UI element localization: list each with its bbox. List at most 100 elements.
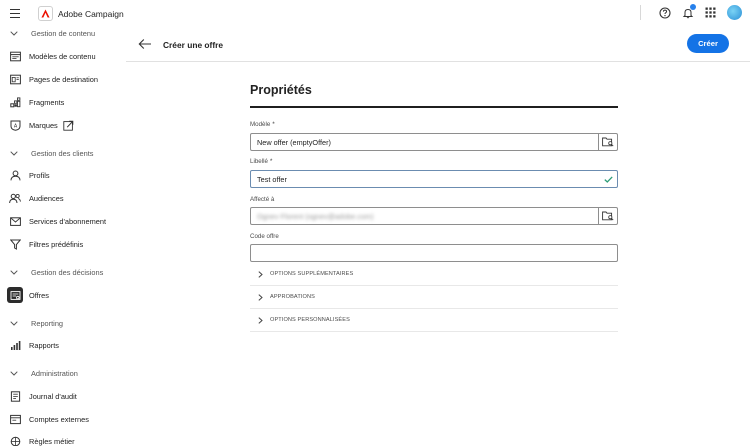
brand-shield-icon: A [7,117,23,133]
assigned-value: Ognev Florent (ognev@adobe.com) [257,211,374,221]
sidebar-item-audit-log[interactable]: Journal d'audit [0,388,123,404]
required-marker: * [269,158,273,165]
sidebar-item-label: Audiences [29,193,64,203]
help-icon[interactable] [657,5,672,20]
sidebar-item-label: Profils [29,170,50,180]
sidebar-item-fragments[interactable]: Fragments [0,94,123,110]
external-link-icon[interactable] [63,120,74,131]
svg-text:A: A [13,123,17,129]
audience-icon [7,190,23,206]
sidebar-section-content[interactable]: Gestion de contenu [0,27,95,40]
sidebar-item-label: Comptes externes [29,414,89,424]
sidebar-item-content-templates[interactable]: Modèles de contenu [0,48,123,64]
required-marker: * [272,121,275,128]
user-icon [7,167,23,183]
subscription-icon [7,213,23,229]
sidebar-item-profiles[interactable]: Profils [0,167,123,183]
offers-icon [7,287,23,303]
model-field[interactable]: New offer (emptyOffer) [250,133,618,151]
sidebar-item-offers[interactable]: Offres [0,287,123,303]
accordion-label: OPTIONS PERSONNALISÉES [270,317,350,323]
landing-page-icon [7,71,23,87]
notification-badge [690,4,696,10]
sidebar-item-business-rules[interactable]: Règles métier [0,433,123,446]
accordion-custom-options[interactable]: OPTIONS PERSONNALISÉES [250,309,618,332]
accordion-label: OPTIONS SUPPLÉMENTAIRES [270,271,354,277]
sidebar-item-label: Rapports [29,340,59,350]
sidebar-item-label: Marques [29,120,58,130]
sidebar-item-label: Règles métier [29,436,75,446]
folder-picker-icon[interactable] [598,134,617,150]
sidebar-item-reports[interactable]: Rapports [0,337,123,353]
code-input[interactable] [250,244,618,262]
sidebar-item-label: Services d'abonnement [29,216,107,226]
sidebar-item-predefined-filters[interactable]: Filtres prédéfinis [0,236,123,252]
sidebar-section-label: Gestion des clients [31,148,94,158]
adobe-logo-icon [38,6,53,21]
chevron-down-icon [5,320,23,326]
bar-chart-icon [7,337,23,353]
checkmark-icon [599,175,617,183]
sidebar-section-customers[interactable]: Gestion des clients [0,146,93,160]
sidebar-item-audiences[interactable]: Audiences [0,190,123,206]
sidebar-section-label: Administration [31,368,78,378]
assigned-label: Affecté à [250,196,275,203]
sidebar-item-label: Offres [29,290,49,300]
model-value: New offer (emptyOffer) [257,137,331,147]
audit-log-icon [7,388,23,404]
chevron-down-icon [5,30,23,36]
bell-icon[interactable] [680,4,696,20]
chevron-right-icon [258,293,266,301]
accordion-additional-options[interactable]: OPTIONS SUPPLÉMENTAIRES [250,263,618,286]
apps-grid-icon[interactable] [703,5,718,20]
app-name: Adobe Campaign [58,8,124,19]
properties-form: Propriétés Modèle * New offer (emptyOffer… [250,83,618,332]
title-divider [250,106,618,108]
chevron-down-icon [5,269,23,275]
fragments-icon [7,94,23,110]
create-button[interactable]: Créer [687,34,729,53]
sidebar-item-label: Modèles de contenu [29,51,96,61]
chevron-right-icon [258,316,266,324]
chevron-right-icon [258,270,266,278]
sidebar-section-decisions[interactable]: Gestion des décisions [0,265,103,279]
back-arrow-icon[interactable] [138,38,152,50]
content-template-icon [7,48,23,64]
model-label: Modèle * [250,121,275,128]
sidebar-section-reporting[interactable]: Reporting [0,316,63,330]
sidebar-item-landing-pages[interactable]: Pages de destination [0,71,123,87]
sidebar-item-label: Pages de destination [29,74,99,84]
form-title: Propriétés [250,83,312,97]
chevron-down-icon [5,150,23,156]
sidebar: Gestion de contenu Modèles de contenu Pa… [0,27,123,446]
sidebar-item-label: Journal d'audit [29,391,77,401]
code-label: Code offre [250,233,279,240]
sidebar-item-external-accounts[interactable]: Comptes externes [0,411,123,427]
external-account-icon [7,411,23,427]
sidebar-item-label: Fragments [29,97,65,107]
sidebar-section-label: Gestion des décisions [31,267,104,277]
label-value: Test offer [257,174,287,184]
avatar[interactable] [727,5,742,20]
sidebar-item-label: Filtres prédéfinis [29,239,84,249]
page-title: Créer une offre [163,40,224,50]
accordion-label: APPROBATIONS [270,294,315,300]
assigned-field[interactable]: Ognev Florent (ognev@adobe.com) [250,207,618,225]
sidebar-item-subscription-services[interactable]: Services d'abonnement [0,213,123,229]
accordion-approvals[interactable]: APPROBATIONS [250,286,618,309]
sidebar-section-administration[interactable]: Administration [0,366,78,380]
sidebar-section-label: Gestion de contenu [31,28,96,38]
top-bar: Adobe Campaign [0,0,750,27]
folder-picker-icon[interactable] [598,208,617,224]
sidebar-item-brands[interactable]: A Marques [0,117,123,133]
brand[interactable]: Adobe Campaign [38,6,124,21]
filter-icon [7,236,23,252]
sidebar-section-label: Reporting [31,318,64,328]
chevron-down-icon [5,370,23,376]
hamburger-menu-icon[interactable] [10,9,20,18]
label-label: Libellé * [250,158,273,165]
business-rules-icon [7,433,23,446]
topbar-divider [640,5,641,20]
label-input[interactable]: Test offer [250,170,618,188]
page-header: Créer une offre Créer [126,27,750,62]
